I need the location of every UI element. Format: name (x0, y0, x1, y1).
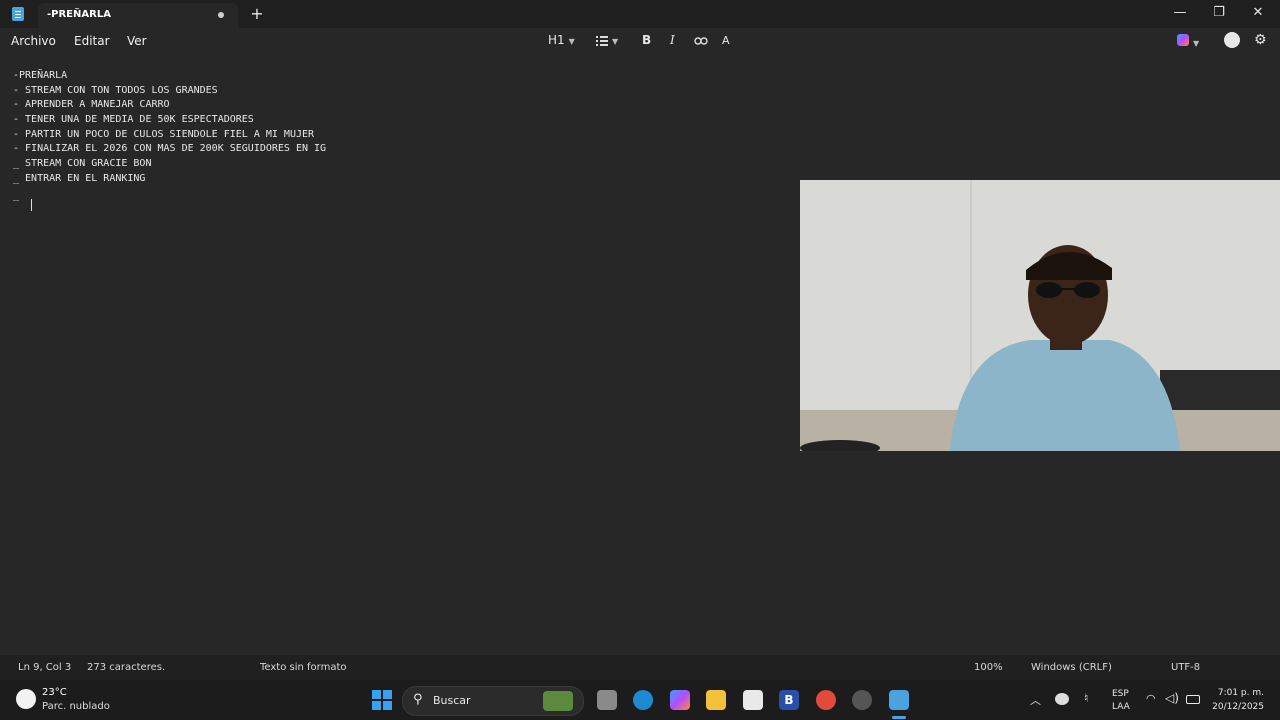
search-input[interactable]: ⚲ Buscar (402, 686, 584, 716)
chrome-icon[interactable] (816, 690, 836, 710)
status-bar: Ln 9, Col 3 273 caracteres. Texto sin fo… (0, 655, 1280, 680)
active-app-indicator (892, 716, 906, 719)
start-button[interactable] (372, 690, 392, 710)
clock-date: 20/12/2025 (1212, 702, 1264, 712)
clock-time: 7:01 p. m. (1217, 688, 1264, 698)
language-top: ESP (1112, 689, 1129, 699)
copilot-icon (1177, 34, 1189, 46)
editor-line: - TENER UNA DE MEDIA DE 50K ESPECTADORES (13, 114, 254, 125)
language-indicator[interactable]: ESP LAA (1108, 687, 1136, 715)
app-b-icon[interactable]: B (779, 690, 799, 710)
link-button[interactable] (694, 33, 708, 47)
file-explorer-icon[interactable] (706, 690, 726, 710)
windows-icon (372, 690, 392, 710)
menu-bar: Archivo Editar Ver H1 ▼ ▼ B I A ▼ ⚙ (0, 28, 1280, 56)
editor-line: - PARTIR UN POCO DE CULOS SIENDOLE FIEL … (13, 129, 315, 140)
app-recording-icon[interactable] (852, 690, 872, 710)
taskbar: 23°C Parc. nublado ⚲ Buscar B ︿ ♮ ESP LA… (0, 680, 1280, 720)
heading-label: H1 (548, 33, 565, 47)
edge-icon[interactable] (633, 690, 653, 710)
clock[interactable]: 7:01 p. m. 20/12/2025 (1200, 686, 1266, 716)
gear-icon: ⚙ (1254, 32, 1267, 48)
app-tray-icon[interactable] (1055, 693, 1069, 705)
maximize-button[interactable]: ❐ (1199, 0, 1239, 28)
title-bar: -PREÑARLA + — ❐ ✕ (0, 0, 1280, 28)
menu-archivo[interactable]: Archivo (11, 34, 56, 48)
wifi-icon[interactable]: ◠ (1146, 692, 1156, 705)
language-bottom: LAA (1112, 702, 1130, 712)
chevron-up-icon[interactable]: ︿ (1030, 692, 1041, 708)
unsaved-dot-icon[interactable] (218, 12, 224, 18)
minimize-button[interactable]: — (1160, 0, 1200, 28)
zoom-level[interactable]: 100% (974, 662, 1003, 673)
menu-ver[interactable]: Ver (127, 34, 147, 48)
webcam-person-image (800, 180, 1280, 451)
store-icon[interactable] (743, 690, 763, 710)
webcam-overlay (800, 180, 1280, 451)
document-tab[interactable]: -PREÑARLA (38, 3, 238, 28)
text-caret (31, 199, 32, 211)
account-button[interactable] (1224, 32, 1240, 51)
editor-line: _ STREAM CON GRACIE BON (13, 158, 152, 169)
weather-widget[interactable]: 23°C Parc. nublado (14, 685, 134, 715)
tab-title: -PREÑARLA (47, 9, 111, 20)
encoding[interactable]: UTF-8 (1171, 662, 1200, 673)
cursor-position: Ln 9, Col 3 (18, 662, 72, 673)
heading-dropdown[interactable]: H1 ▼ (548, 33, 575, 47)
task-view-icon[interactable] (597, 690, 617, 710)
editor-line: _ (13, 190, 20, 201)
italic-button[interactable]: I (670, 33, 675, 47)
list-dropdown[interactable]: ▼ (596, 33, 618, 47)
settings-button[interactable]: ⚙ (1254, 32, 1267, 48)
line-ending[interactable]: Windows (CRLF) (1031, 662, 1112, 673)
chevron-down-icon: ▼ (568, 37, 575, 46)
text-format[interactable]: Texto sin formato (260, 662, 347, 673)
spellcheck-icon: A (722, 34, 730, 47)
bold-button[interactable]: B (642, 33, 651, 47)
editor-line: - APRENDER A MANEJAR CARRO (13, 99, 170, 110)
weather-temp: 23°C (42, 687, 67, 698)
chevron-down-icon: ▼ (1193, 39, 1200, 48)
list-icon (596, 35, 608, 46)
spellcheck-button[interactable]: A (722, 33, 730, 47)
new-tab-button[interactable]: + (250, 3, 264, 25)
editor-line: _ ENTRAR EN EL RANKING (13, 173, 146, 184)
weather-desc: Parc. nublado (42, 701, 110, 712)
editor-line: - STREAM CON TON TODOS LOS GRANDES (13, 85, 218, 96)
microphone-icon[interactable]: ♮ (1084, 691, 1088, 705)
avatar-icon (1224, 32, 1240, 48)
editor-line: -PREÑARLA (13, 70, 68, 81)
notepad-taskbar-icon[interactable] (889, 690, 909, 710)
character-count: 273 caracteres. (87, 662, 166, 673)
copilot-app-icon[interactable] (670, 690, 690, 710)
volume-icon[interactable]: ◁) (1165, 691, 1179, 705)
weather-icon (16, 689, 36, 709)
link-icon (694, 36, 708, 45)
battery-icon[interactable] (1186, 695, 1200, 704)
search-placeholder: Buscar (433, 694, 471, 707)
menu-editar[interactable]: Editar (74, 34, 110, 48)
chevron-down-icon: ▼ (612, 37, 619, 46)
search-highlight-icon (543, 691, 573, 711)
close-button[interactable]: ✕ (1238, 0, 1278, 28)
notepad-icon (12, 7, 24, 21)
search-icon: ⚲ (413, 692, 423, 707)
copilot-button[interactable]: ▼ (1177, 34, 1199, 49)
editor-line: - FINALIZAR EL 2026 CON MAS DE 200K SEGU… (13, 143, 327, 154)
